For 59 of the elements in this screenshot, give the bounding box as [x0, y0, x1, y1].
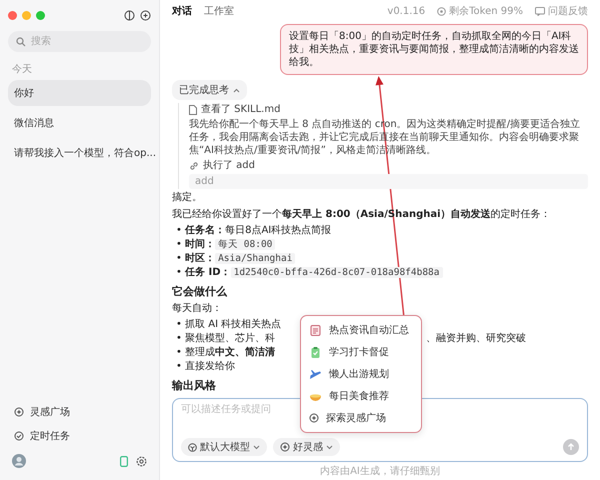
caret-icon: [326, 444, 333, 450]
menu-item[interactable]: 学习打卡督促: [305, 341, 417, 363]
spark-icon: [14, 407, 24, 417]
spark-icon: [280, 442, 290, 452]
step-title: 查看了 SKILL.md: [201, 103, 280, 116]
nav-link[interactable]: 灵感广场: [30, 405, 70, 419]
settings-icon[interactable]: [136, 456, 147, 466]
model-button[interactable]: 默认大模型: [181, 438, 267, 456]
menu-item[interactable]: 探索灵感广场: [305, 407, 417, 429]
avatar-icon[interactable]: [12, 454, 26, 468]
nav-link[interactable]: 定时任务: [30, 429, 70, 443]
new-chat-icon[interactable]: [140, 10, 151, 21]
notepad-icon: [309, 324, 322, 336]
step-title: 执行了 add: [203, 159, 256, 172]
thinking-toggle[interactable]: 已完成思考: [172, 80, 247, 100]
list-item: • 聚焦模型、芯片、科: [176, 333, 276, 344]
cube-icon: [188, 442, 197, 452]
sidebar-toggle-icon[interactable]: [124, 10, 135, 21]
feedback-icon: [535, 6, 545, 16]
list-item: • 任务 ID： 1d2540c0-bffa-426d-8c07-018a98f4b88a: [176, 266, 588, 280]
list-item: • 时区： Asia/Shanghai: [176, 252, 588, 266]
airplane-icon: [309, 368, 322, 380]
user-message: 设置每日「8:00」的自动定时任务，自动抓取全网的今日「AI科技」相关热点，重要资讯与要闻简报，整理成简洁清晰的内容发送给我。: [280, 24, 588, 75]
check-circle-icon: [14, 431, 24, 441]
token-icon: [437, 6, 446, 16]
list-item: • 任务名：每日8点AI科技热点简报: [176, 224, 332, 238]
list-item: • 直接发给你: [176, 361, 236, 372]
search-icon: [16, 37, 26, 47]
answer-text: 搞定。: [172, 191, 203, 204]
tab[interactable]: 对话: [172, 2, 192, 20]
menu-item[interactable]: 懒人出游规划: [305, 363, 417, 385]
section-heading: 输出风格: [172, 378, 217, 393]
idea-button[interactable]: 好灵感: [273, 438, 340, 456]
minimize-dot[interactable]: [22, 11, 31, 20]
version-label: v0.1.16: [387, 6, 426, 16]
clipboard-icon: [309, 346, 322, 358]
close-dot[interactable]: [8, 11, 17, 20]
disclaimer-text: 内容由AI生成，请仔细甄别: [319, 464, 441, 479]
link-icon: [189, 160, 199, 170]
list-item: • 整理成中文、简洁清: [176, 347, 276, 358]
spark-icon: [309, 413, 319, 423]
list-item-text: 、融资并购、研究突破: [426, 332, 526, 346]
answer-text: 每天自动：: [172, 302, 223, 315]
send-icon: [567, 443, 575, 451]
search-field[interactable]: 搜索: [8, 31, 151, 52]
chat-list-item[interactable]: 你好: [8, 80, 151, 106]
caret-icon: [253, 444, 260, 450]
tab[interactable]: 工作室: [204, 2, 234, 20]
list-item: • 抓取 AI 科技相关热点: [176, 319, 282, 330]
list-item: • 时间： 每天 08:00: [176, 238, 588, 252]
maximize-dot[interactable]: [36, 11, 45, 20]
tool-output: add: [189, 174, 588, 189]
chat-list-item[interactable]: 微信消息: [8, 110, 151, 136]
section-label: 今天: [12, 63, 33, 76]
token-usage: 剩余Token 99%: [449, 5, 523, 18]
file-icon: [189, 104, 197, 114]
menu-item[interactable]: 热点资讯自动汇总: [305, 319, 417, 341]
section-heading: 它会做什么: [172, 284, 228, 299]
phone-icon[interactable]: [120, 456, 128, 466]
